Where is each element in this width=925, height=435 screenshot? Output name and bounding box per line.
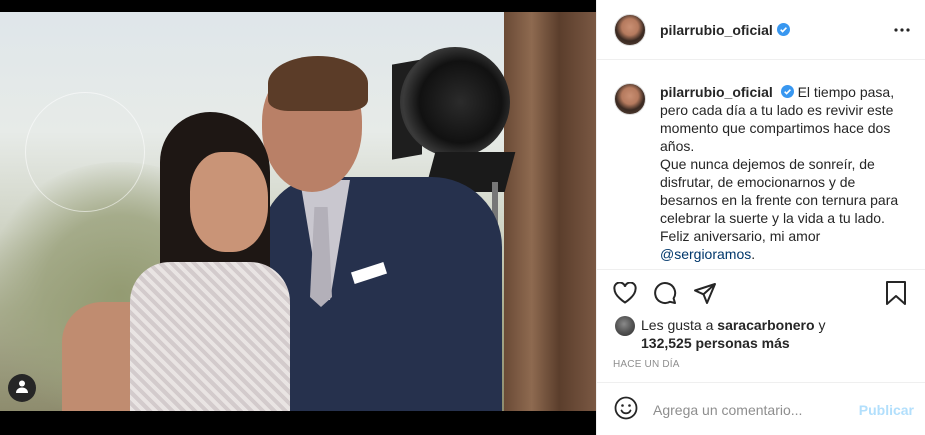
photo-groom-hair: [268, 56, 368, 111]
caption-username[interactable]: pilarrubio_oficial: [660, 84, 773, 100]
post-timestamp[interactable]: HACE UN DÍA: [613, 359, 680, 370]
comment-icon: [653, 281, 677, 310]
author-avatar[interactable]: [614, 13, 646, 46]
more-horizontal-icon: [894, 19, 910, 37]
author-username[interactable]: pilarrubio_oficial: [660, 22, 773, 38]
likes-summary: Les gusta a saracarbonero y 132,525 pers…: [615, 316, 915, 352]
caption-paragraph-2: Que nunca dejemos de sonreír, de disfrut…: [660, 156, 899, 226]
post-photo[interactable]: [0, 12, 596, 411]
photo-spotlight: [400, 47, 510, 157]
likes-count-link[interactable]: 132,525 personas más: [641, 335, 790, 351]
caption-text: pilarrubio_oficial El tiempo pasa, pero …: [660, 83, 910, 269]
post-side-panel: pilarrubio_oficial pilarrubio_oficial El…: [596, 0, 925, 435]
likes-user-link[interactable]: saracarbonero: [717, 317, 814, 333]
publish-comment-button[interactable]: Publicar: [859, 402, 914, 418]
photo-panel: [0, 0, 596, 435]
bookmark-icon: [885, 280, 907, 310]
caption-verified-badge-icon: [780, 85, 794, 98]
photo-curtain: [504, 12, 596, 411]
caption-avatar[interactable]: [614, 83, 646, 115]
photo-bride-dress: [130, 262, 290, 411]
comment-input[interactable]: [653, 402, 843, 418]
heart-icon: [613, 281, 637, 309]
photo-groom-suit: [262, 177, 502, 411]
caption-paragraph-3: Feliz aniversario, mi amor: [660, 228, 821, 244]
likes-prefix: Les gusta a: [641, 317, 714, 333]
post-actions: [597, 280, 925, 310]
divider: [597, 269, 925, 270]
divider: [597, 382, 925, 383]
post-header: pilarrubio_oficial: [597, 0, 925, 60]
verified-badge-icon: [776, 23, 790, 36]
user-icon: [15, 379, 29, 398]
photo-background-ferris-wheel: [25, 92, 145, 212]
more-options-button[interactable]: [890, 16, 914, 40]
photo-bride-face: [190, 152, 268, 252]
comment-bar: Publicar: [597, 385, 925, 435]
share-button[interactable]: [693, 281, 717, 310]
caption-area: pilarrubio_oficial El tiempo pasa, pero …: [597, 61, 925, 269]
likes-middle: y: [818, 317, 826, 333]
comment-button[interactable]: [653, 281, 677, 310]
likes-text: Les gusta a saracarbonero y 132,525 pers…: [641, 316, 825, 352]
caption-mention-link[interactable]: @sergioramos: [660, 246, 751, 262]
smiley-icon: [614, 396, 638, 425]
liker-avatar[interactable]: [615, 316, 635, 336]
like-button[interactable]: [613, 281, 637, 309]
share-icon: [693, 281, 717, 310]
tagged-users-button[interactable]: [8, 374, 36, 402]
caption-trailing: .: [751, 246, 756, 262]
emoji-button[interactable]: [613, 396, 639, 425]
save-button[interactable]: [884, 280, 908, 310]
